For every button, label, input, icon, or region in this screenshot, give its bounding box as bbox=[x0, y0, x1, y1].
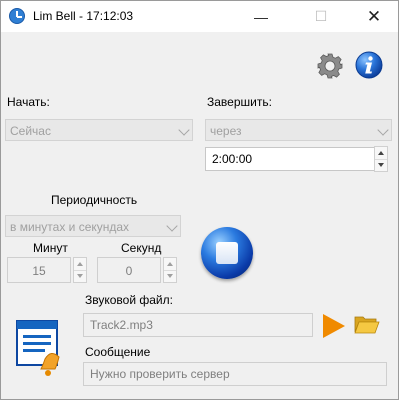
chevron-down-icon bbox=[377, 124, 389, 136]
info-icon[interactable] bbox=[355, 51, 383, 79]
finish-time-spinner[interactable] bbox=[374, 146, 388, 172]
finish-time-input[interactable]: 2:00:00 bbox=[205, 147, 379, 171]
seconds-label: Секунд bbox=[121, 241, 162, 255]
clock-app-icon bbox=[9, 8, 25, 24]
finish-label: Завершить: bbox=[207, 95, 272, 109]
play-icon[interactable] bbox=[323, 314, 345, 338]
finish-mode-value: через bbox=[210, 124, 242, 138]
stop-icon bbox=[216, 242, 238, 264]
spin-up-icon[interactable] bbox=[167, 262, 173, 266]
spin-up-icon[interactable] bbox=[77, 262, 83, 266]
message-input[interactable]: Нужно проверить сервер bbox=[83, 362, 387, 386]
minutes-input[interactable]: 15 bbox=[7, 257, 71, 283]
app-window: Lim Bell - 17:12:03 — ☐ ✕ Начать: Сейчас… bbox=[0, 0, 399, 400]
spin-down-icon[interactable] bbox=[167, 274, 173, 278]
sound-file-input[interactable]: Track2.mp3 bbox=[83, 313, 313, 337]
start-combo[interactable]: Сейчас bbox=[5, 119, 193, 141]
spin-up-icon[interactable] bbox=[378, 151, 384, 155]
seconds-input[interactable]: 0 bbox=[97, 257, 161, 283]
message-label: Сообщение bbox=[85, 345, 151, 359]
title-bar: Lim Bell - 17:12:03 — ☐ ✕ bbox=[1, 1, 398, 32]
spinner-divider bbox=[375, 159, 387, 160]
window-title: Lim Bell - 17:12:03 bbox=[33, 9, 134, 23]
spin-down-icon[interactable] bbox=[77, 274, 83, 278]
folder-open-icon[interactable] bbox=[354, 314, 380, 334]
message-window-icon bbox=[16, 320, 60, 376]
gear-icon[interactable] bbox=[317, 53, 343, 79]
close-button[interactable]: ✕ bbox=[351, 1, 397, 32]
periodicity-label: Периодичность bbox=[51, 193, 138, 207]
periodicity-combo-value: в минутах и секундах bbox=[10, 220, 130, 234]
sound-file-label: Звуковой файл: bbox=[85, 293, 173, 307]
periodicity-combo[interactable]: в минутах и секундах bbox=[5, 215, 181, 237]
stop-button[interactable] bbox=[201, 227, 253, 279]
minimize-button[interactable]: — bbox=[238, 1, 284, 32]
seconds-spinner[interactable] bbox=[163, 257, 177, 283]
spinner-divider bbox=[164, 270, 176, 271]
spinner-divider bbox=[74, 270, 86, 271]
chevron-down-icon bbox=[178, 124, 190, 136]
spin-down-icon[interactable] bbox=[378, 163, 384, 167]
chevron-down-icon bbox=[166, 220, 178, 232]
finish-mode-combo[interactable]: через bbox=[205, 119, 392, 141]
maximize-button[interactable]: ☐ bbox=[298, 1, 344, 32]
start-combo-value: Сейчас bbox=[10, 124, 51, 138]
minutes-spinner[interactable] bbox=[73, 257, 87, 283]
start-label: Начать: bbox=[7, 95, 50, 109]
minutes-label: Минут bbox=[33, 241, 68, 255]
